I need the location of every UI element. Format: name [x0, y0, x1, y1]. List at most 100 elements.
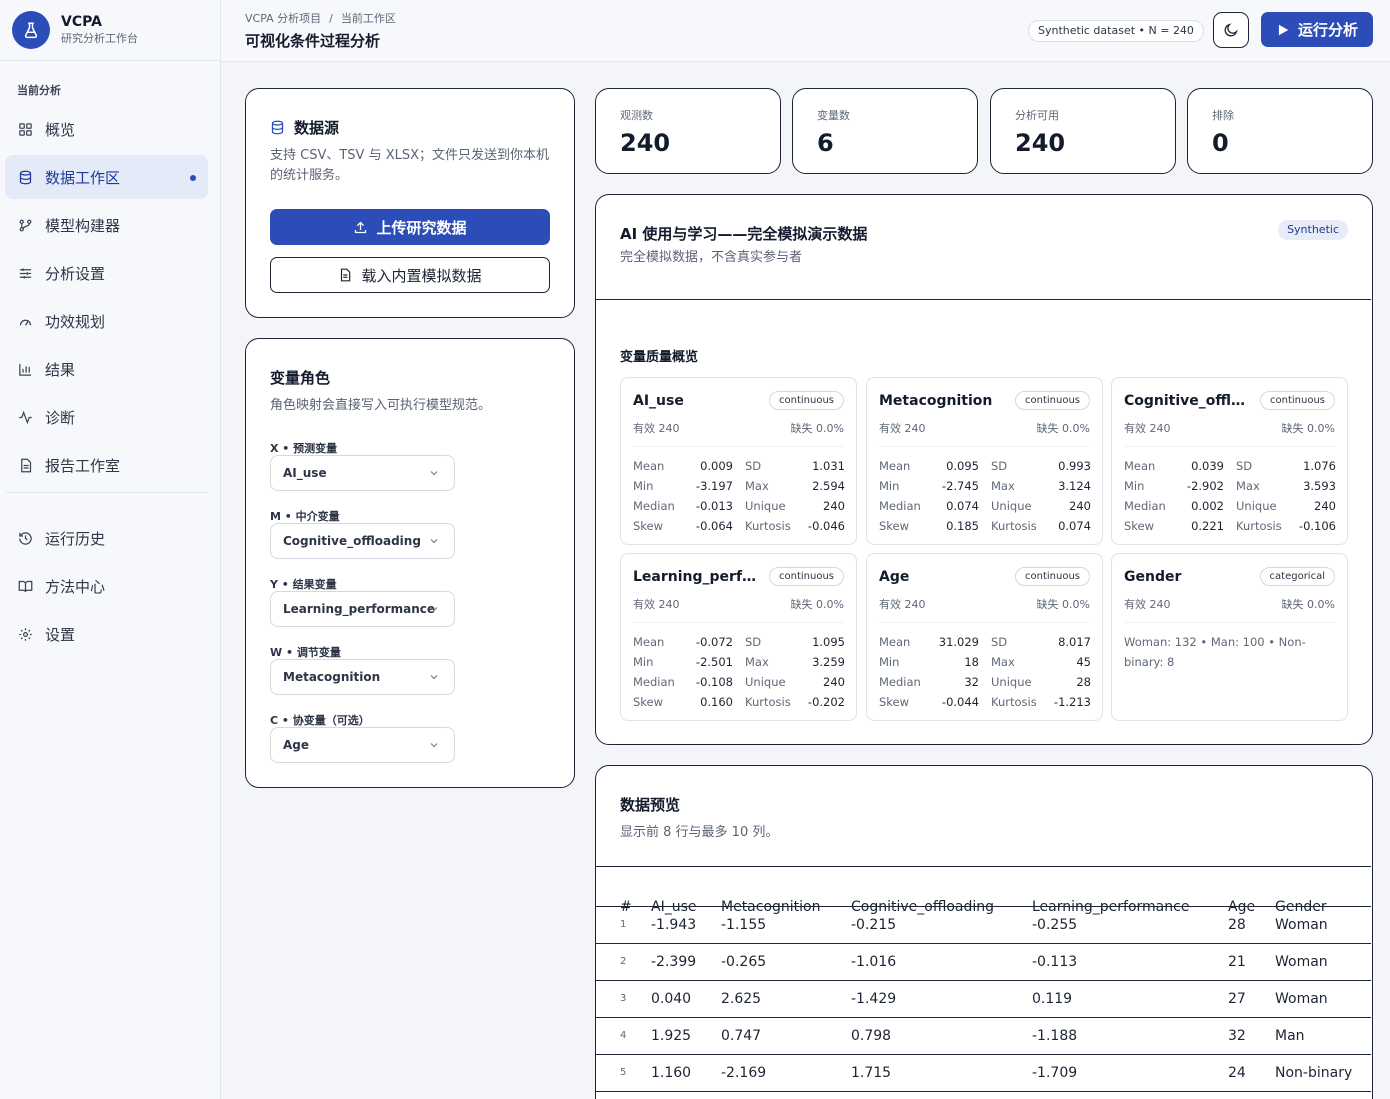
table-row[interactable]: 4 1.925 0.747 0.798 -1.188 32 Man	[596, 1018, 1371, 1055]
stat-key: Unique	[1236, 499, 1277, 513]
stat-key: Max	[991, 479, 1015, 493]
sidebar-item-settings[interactable]: 设置	[5, 612, 208, 656]
sidebar-item-run-history[interactable]: 运行历史	[5, 516, 208, 560]
stat-key: Mean	[1124, 459, 1156, 473]
sidebar-item-diagnostics[interactable]: 诊断	[5, 395, 208, 439]
stat-card-observations: 观测数 240	[595, 88, 781, 174]
moon-icon	[1224, 23, 1238, 37]
variable-valid-count: 有效 240	[879, 598, 926, 611]
role-select-c[interactable]: Age	[270, 727, 455, 763]
stat-row: Mean 0.095 SD 0.993	[879, 456, 1091, 476]
variable-card: Metacognition continuous 有效 240 缺失 0.0% Mean…	[866, 377, 1103, 545]
role-select-y[interactable]: Learning_performance	[270, 591, 455, 627]
stat-value: -0.108	[695, 675, 733, 689]
variable-card: Cognitive_offloading continuous 有效 240 缺失 0…	[1111, 377, 1348, 545]
upload-data-button[interactable]: 上传研究数据	[270, 209, 550, 245]
active-indicator	[190, 175, 196, 181]
sidebar-item-overview[interactable]: 概览	[5, 107, 208, 151]
role-label-m: M • 中介变量	[270, 510, 340, 523]
load-demo-data-button[interactable]: 载入内置模拟数据	[270, 257, 550, 293]
sidebar-item-model-builder[interactable]: 模型构建器	[5, 203, 208, 247]
stat-row: Mean 0.039 SD 1.076	[1124, 456, 1336, 476]
stat-value: 240	[823, 675, 845, 689]
stat-value: -0.064	[695, 519, 733, 533]
select-value: Age	[283, 738, 310, 752]
book-icon	[17, 578, 33, 594]
table-cell: -2.399	[651, 954, 697, 970]
sidebar-item-results[interactable]: 结果	[5, 347, 208, 391]
stat-value: 0.074	[946, 499, 979, 513]
datasource-title: 数据源	[294, 119, 340, 137]
table-cell: -0.215	[851, 917, 897, 933]
variable-missing-rate: 缺失 0.0%	[790, 422, 844, 435]
role-label-x: X • 预测变量	[270, 442, 338, 455]
stat-value: 45	[1076, 655, 1091, 669]
stat-value: -0.044	[941, 695, 979, 709]
table-row[interactable]: 3 0.040 2.625 -1.429 0.119 27 Woman	[596, 981, 1371, 1018]
sidebar-item-data-workspace[interactable]: 数据工作区	[5, 155, 208, 199]
sidebar-item-label: 模型构建器	[45, 216, 121, 235]
stat-key: Mean	[879, 635, 911, 649]
role-select-m[interactable]: Cognitive_offloading	[270, 523, 455, 559]
database-icon	[271, 120, 284, 135]
run-analysis-label: 运行分析	[1297, 21, 1358, 39]
variable-card: Gender categorical 有效 240 缺失 0.0% Woman: 132…	[1111, 553, 1348, 721]
stat-value: 240	[1314, 499, 1336, 513]
stat-row: Skew -0.044 Kurtosis -1.213	[879, 692, 1091, 712]
stat-value: 240	[1069, 499, 1091, 513]
sidebar-item-analysis-settings[interactable]: 分析设置	[5, 251, 208, 295]
theme-toggle-button[interactable]	[1213, 12, 1249, 48]
variable-missing-rate: 缺失 0.0%	[1281, 598, 1335, 611]
stat-row: Min -3.197 Max 2.594	[633, 476, 845, 496]
table-cell: 0.798	[851, 1028, 892, 1044]
table-cell: 21	[1228, 954, 1246, 970]
sidebar-item-methods-center[interactable]: 方法中心	[5, 564, 208, 608]
stat-key: Median	[633, 675, 675, 689]
gauge-icon	[17, 313, 33, 329]
nav-section-label: 当前分析	[17, 84, 61, 97]
table-cell: -1.943	[651, 917, 697, 933]
table-cell: -2.169	[721, 1065, 767, 1081]
table-row[interactable]: 5 1.160 -2.169 1.715 -1.709 24 Non-binary	[596, 1055, 1371, 1092]
stat-key: SD	[991, 459, 1008, 473]
role-select-w[interactable]: Metacognition	[270, 659, 455, 695]
sidebar-item-power-planning[interactable]: 功效规划	[5, 299, 208, 343]
file-icon	[341, 268, 351, 282]
table-row[interactable]: 2 -2.399 -0.265 -1.016 -0.113 21 Woman	[596, 944, 1371, 981]
stat-row: Min -2.501 Max 3.259	[633, 652, 845, 672]
role-select-x[interactable]: AI_use	[270, 455, 455, 491]
stat-value: 240	[620, 129, 671, 157]
breadcrumb-project[interactable]: VCPA 分析项目	[245, 12, 321, 25]
table-cell: 4	[620, 1030, 627, 1041]
variable-name: Learning_performance	[633, 569, 758, 585]
role-label-w: W • 调节变量	[270, 646, 341, 659]
stat-key: Median	[879, 499, 921, 513]
datasource-card: 数据源 支持 CSV、TSV 与 XLSX；文件只发送到你本机的统计服务。 上传…	[245, 88, 575, 318]
table-cell: 0.119	[1032, 991, 1073, 1007]
table-cell: -0.255	[1032, 917, 1078, 933]
stat-key: Mean	[879, 459, 911, 473]
upload-icon	[355, 221, 367, 233]
roles-title: 变量角色	[270, 369, 331, 387]
variable-roles-card: 变量角色 角色映射会直接写入可执行模型规范。 X • 预测变量 AI_use M…	[245, 338, 575, 788]
variable-missing-rate: 缺失 0.0%	[790, 598, 844, 611]
stat-key: SD	[745, 459, 762, 473]
stat-key: Kurtosis	[991, 519, 1037, 533]
table-row[interactable]: 1 -1.943 -1.155 -0.215 -0.255 28 Woman	[596, 907, 1371, 944]
table-cell: Woman	[1275, 954, 1328, 970]
run-analysis-button[interactable]: 运行分析	[1261, 12, 1373, 47]
table-cell: Man	[1275, 1028, 1305, 1044]
brand-name: VCPA	[61, 14, 102, 30]
variable-type-badge: continuous	[1015, 391, 1090, 410]
sidebar-item-report-studio[interactable]: 报告工作室	[5, 443, 208, 487]
stat-row: Mean 31.029 SD 8.017	[879, 632, 1091, 652]
variable-name: Age	[879, 569, 910, 585]
branch-icon	[17, 217, 33, 233]
variable-name: Gender	[1124, 569, 1182, 585]
stat-key: Min	[633, 479, 654, 493]
stat-row: Median 0.074 Unique 240	[879, 496, 1091, 516]
gear-icon	[17, 626, 33, 642]
flask-icon	[12, 11, 50, 49]
sidebar-item-label: 数据工作区	[45, 168, 121, 187]
table-cell: -1.016	[851, 954, 897, 970]
